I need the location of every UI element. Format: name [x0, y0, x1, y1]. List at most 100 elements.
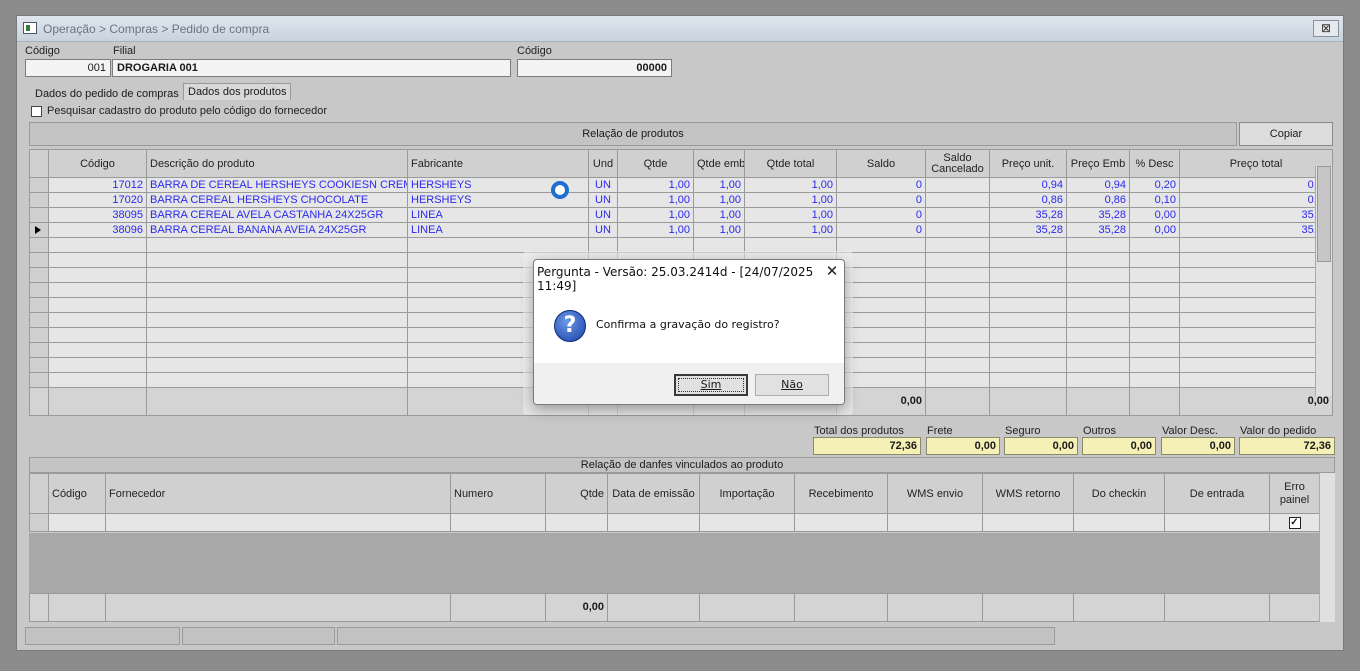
produtos-scrollbar[interactable]	[1315, 166, 1332, 396]
col-danfe-wms-envio[interactable]: WMS envio	[887, 473, 983, 514]
yes-button[interactable]: Sim	[674, 374, 748, 396]
col-danfe-erro-painel[interactable]: Erro painel	[1269, 473, 1320, 514]
cell-descricao: BARRA CEREAL AVELA CASTANHA 24X25GR	[146, 207, 408, 223]
cell-und: UN	[588, 222, 618, 238]
danfes-scrollbar[interactable]	[1319, 473, 1335, 622]
row-selector-current[interactable]	[29, 222, 49, 238]
col-danfe-entrada[interactable]: De entrada	[1164, 473, 1270, 514]
valor-pedido-field: 72,36	[1239, 437, 1335, 455]
col-danfe-codigo[interactable]: Código	[48, 473, 106, 514]
frete-field[interactable]: 0,00	[926, 437, 1000, 455]
seguro-field[interactable]: 0,00	[1004, 437, 1078, 455]
valor-desc-field[interactable]: 0,00	[1161, 437, 1235, 455]
cell-desc: 0,20	[1129, 177, 1180, 193]
cell-fabricante: LINEA	[407, 207, 589, 223]
codigo-label: Código	[25, 45, 60, 57]
cell-descricao: BARRA CEREAL BANANA AVEIA 24X25GR	[146, 222, 408, 238]
cell-descricao: BARRA DE CEREAL HERSHEYS COOKIESN CREMI	[146, 177, 408, 193]
cell-und: UN	[588, 177, 618, 193]
table-row[interactable]: 38095 BARRA CEREAL AVELA CASTANHA 24X25G…	[29, 207, 1333, 223]
copy-button[interactable]: Copiar	[1239, 122, 1333, 146]
codigo-field[interactable]: 001	[25, 59, 111, 77]
cell-descricao: BARRA CEREAL HERSHEYS CHOCOLATE	[146, 192, 408, 208]
danfes-row-selector-header	[29, 473, 49, 514]
col-danfe-numero[interactable]: Numero	[450, 473, 546, 514]
footer-danfe-qtde: 0,00	[545, 593, 608, 622]
codigo2-field[interactable]: 00000	[517, 59, 672, 77]
cell-preco-unit: 35,28	[989, 222, 1067, 238]
cell-saldo-cancelado	[925, 192, 990, 208]
cell-qtde: 1,00	[617, 177, 694, 193]
col-danfe-data-emissao[interactable]: Data de emissão	[607, 473, 700, 514]
outros-field[interactable]: 0,00	[1082, 437, 1156, 455]
filial-field[interactable]: DROGARIA 001	[112, 59, 511, 77]
col-codigo[interactable]: Código	[48, 149, 147, 178]
col-preco-total[interactable]: Preço total	[1179, 149, 1333, 178]
col-und[interactable]: Und	[588, 149, 618, 178]
cell-saldo: 0	[836, 222, 926, 238]
valor-pedido-label: Valor do pedido	[1240, 425, 1317, 437]
col-desc[interactable]: % Desc	[1129, 149, 1180, 178]
search-fornecedor-checkbox[interactable]	[31, 106, 42, 117]
col-preco-unit[interactable]: Preço unit.	[989, 149, 1067, 178]
cell-qtde: 1,00	[617, 222, 694, 238]
cell-und: UN	[588, 207, 618, 223]
search-fornecedor-label: Pesquisar cadastro do produto pelo códig…	[47, 105, 328, 117]
danfes-section-title: Relação de danfes vinculados ao produto	[29, 457, 1335, 473]
question-icon: ?	[554, 310, 586, 342]
produtos-scrollbar-thumb[interactable]	[1317, 166, 1331, 262]
erro-painel-checkbox[interactable]: ✓	[1269, 513, 1320, 532]
status-bar-segment	[182, 627, 335, 645]
col-saldo[interactable]: Saldo	[836, 149, 926, 178]
cell-qtde-total: 1,00	[744, 177, 837, 193]
col-danfe-recebimento[interactable]: Recebimento	[794, 473, 888, 514]
cell-preco-emb: 0,86	[1066, 192, 1130, 208]
row-selector[interactable]	[29, 192, 49, 208]
col-qtde-total[interactable]: Qtde total	[744, 149, 837, 178]
danfes-footer-row: 0,00	[29, 593, 1320, 622]
col-danfe-qtde[interactable]: Qtde	[545, 473, 608, 514]
danfe-row-selector[interactable]	[29, 513, 49, 532]
cell-saldo-cancelado	[925, 177, 990, 193]
cell-preco-total: 0,86	[1179, 192, 1333, 208]
cell-preco-emb: 35,28	[1066, 207, 1130, 223]
window-close-button[interactable]: ⊠	[1313, 20, 1339, 37]
confirm-dialog: Pergunta - Versão: 25.03.2414d - [24/07/…	[533, 259, 845, 405]
col-qtde-emb[interactable]: Qtde emb	[693, 149, 745, 178]
cell-saldo: 0	[836, 207, 926, 223]
table-row[interactable]: 38096 BARRA CEREAL BANANA AVEIA 24X25GR …	[29, 222, 1333, 238]
col-qtde[interactable]: Qtde	[617, 149, 694, 178]
loading-spinner-icon	[551, 181, 569, 199]
col-danfe-importacao[interactable]: Importação	[699, 473, 795, 514]
danfe-row[interactable]: ✓	[29, 513, 1320, 532]
title-bar: Operação > Compras > Pedido de compra ⊠	[17, 16, 1343, 42]
col-saldo-cancelado[interactable]: Saldo Cancelado	[925, 149, 990, 178]
cell-qtde-emb: 1,00	[693, 222, 745, 238]
dialog-close-icon[interactable]: ✕	[823, 262, 841, 282]
cell-codigo: 17012	[48, 177, 147, 193]
row-selector[interactable]	[29, 177, 49, 193]
status-bar-segment	[25, 627, 180, 645]
cell-codigo: 38096	[48, 222, 147, 238]
outros-label: Outros	[1083, 425, 1117, 437]
cell-desc: 0,00	[1129, 207, 1180, 223]
no-button[interactable]: Não	[755, 374, 829, 396]
cell-preco-total: 0,94	[1179, 177, 1333, 193]
cell-desc: 0,00	[1129, 222, 1180, 238]
col-preco-emb[interactable]: Preço Emb	[1066, 149, 1130, 178]
cell-qtde-total: 1,00	[744, 207, 837, 223]
total-produtos-field: 72,36	[813, 437, 921, 455]
col-danfe-fornecedor[interactable]: Fornecedor	[105, 473, 451, 514]
col-fabricante[interactable]: Fabricante	[407, 149, 589, 178]
col-danfe-wms-retorno[interactable]: WMS retorno	[982, 473, 1074, 514]
cell-qtde-total: 1,00	[744, 222, 837, 238]
col-danfe-checkin[interactable]: Do checkin	[1073, 473, 1165, 514]
tab-dados-produtos[interactable]: Dados dos produtos	[183, 83, 292, 100]
dialog-title: Pergunta - Versão: 25.03.2414d - [24/07/…	[537, 265, 814, 293]
tab-dados-pedido[interactable]: Dados do pedido de compras	[31, 86, 183, 102]
app-icon	[23, 22, 37, 34]
row-selector[interactable]	[29, 207, 49, 223]
table-row[interactable]: 17020 BARRA CEREAL HERSHEYS CHOCOLATE HE…	[29, 192, 1333, 208]
table-row[interactable]: 17012 BARRA DE CEREAL HERSHEYS COOKIESN …	[29, 177, 1333, 193]
col-descricao[interactable]: Descrição do produto	[146, 149, 408, 178]
